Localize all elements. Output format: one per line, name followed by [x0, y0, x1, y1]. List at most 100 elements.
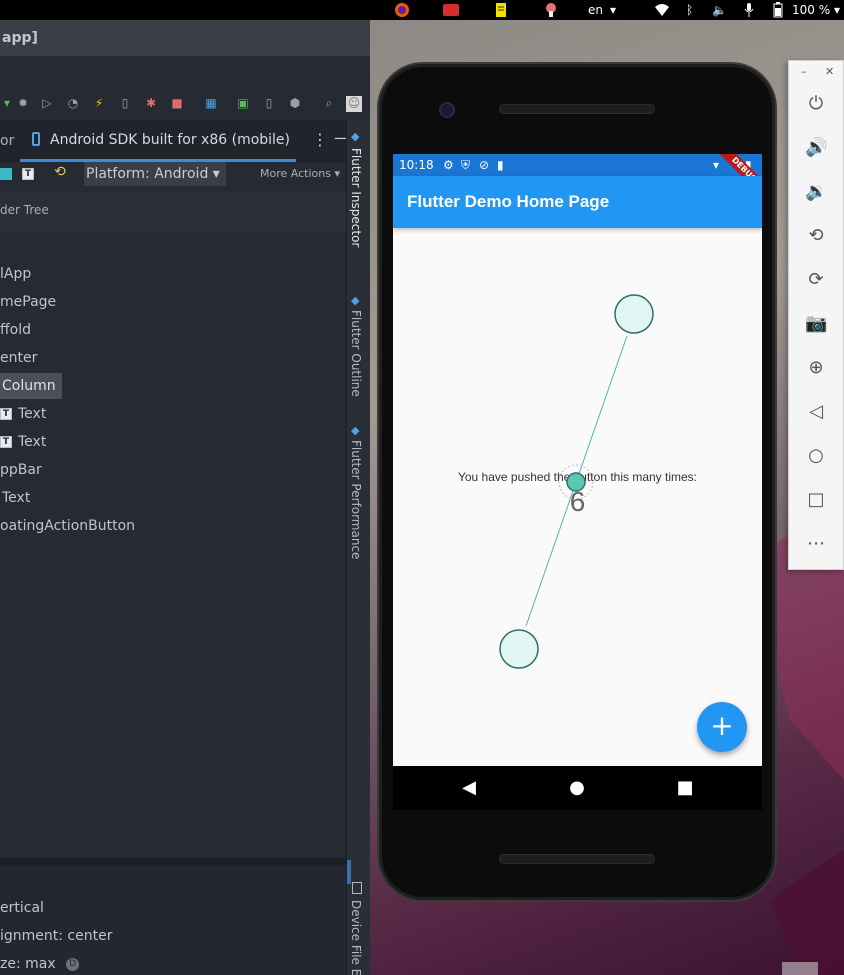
- tab-partial[interactable]: or: [0, 133, 14, 149]
- run-dropdown-icon[interactable]: ▾: [0, 96, 14, 110]
- debug-icon[interactable]: ✹: [16, 96, 30, 110]
- touch-point-bottom[interactable]: [499, 629, 539, 669]
- property-label: ze: max: [0, 956, 56, 972]
- search-icon[interactable]: ⌕: [322, 96, 336, 110]
- device-file-icon[interactable]: ▯: [118, 96, 132, 110]
- more-options-icon[interactable]: ⋮: [312, 130, 328, 149]
- volume-icon[interactable]: 🔈: [712, 0, 727, 20]
- terminal-icon[interactable]: ▣: [236, 96, 250, 110]
- tree-item[interactable]: enter: [0, 346, 37, 370]
- tree-item[interactable]: Text: [0, 486, 30, 510]
- android-nav-bar: ◀ ● ■: [393, 766, 762, 810]
- tab-device[interactable]: Android SDK built for x86 (mobile): [20, 120, 296, 162]
- profile-icon[interactable]: ◔: [66, 96, 80, 110]
- hot-reload-icon[interactable]: ⚡: [92, 96, 106, 110]
- rotate-right-icon[interactable]: ⟳: [805, 269, 827, 291]
- android-status-bar: 10:18 ⚙ ⛨ ⊘ ▮ ▾ ▮ DEBUG: [393, 154, 762, 200]
- more-actions-button[interactable]: More Actions ▾: [260, 167, 340, 180]
- property-row[interactable]: ertical: [0, 896, 44, 920]
- ide-window: app] ▾ ✹ ▷ ◔ ⚡ ▯ ✱ ■ ▦ ▣ ▯ ⬢ ⌕ ☺ or Andr…: [0, 20, 370, 975]
- property-label: ertical: [0, 900, 44, 916]
- front-camera: [439, 102, 455, 118]
- device-screen[interactable]: 10:18 ⚙ ⛨ ⊘ ▮ ▾ ▮ DEBUG Flutter Demo Hom…: [393, 154, 762, 766]
- sd-card-icon: ▮: [497, 158, 504, 172]
- shield-icon: ⛨: [461, 158, 471, 172]
- property-row[interactable]: ze: max D: [0, 952, 80, 975]
- volume-down-icon[interactable]: 🔉: [805, 181, 827, 203]
- avd-manager-icon[interactable]: ▯: [262, 96, 276, 110]
- platform-select[interactable]: Platform: Android ▾: [84, 162, 226, 186]
- back-button[interactable]: ◀: [457, 776, 481, 800]
- tab-flutter-performance[interactable]: Flutter Performance: [349, 440, 363, 559]
- stop-icon[interactable]: ■: [170, 96, 184, 110]
- mushroom-icon[interactable]: [544, 0, 558, 20]
- platform-select-label: Platform: Android: [86, 166, 209, 182]
- home-icon[interactable]: ○: [805, 445, 827, 467]
- home-button[interactable]: ●: [565, 776, 589, 800]
- recents-button[interactable]: ■: [673, 776, 697, 800]
- system-menu-chevron[interactable]: ▾: [834, 0, 840, 20]
- more-icon[interactable]: ⋯: [805, 533, 827, 555]
- battery-percent: 100 %: [792, 3, 831, 17]
- power-icon[interactable]: ⏻: [805, 93, 827, 115]
- widget-tree: lApp mePage ffold enter Column T Text T Te…: [0, 260, 346, 840]
- avatar[interactable]: ☺: [346, 96, 362, 112]
- status-time: 10:18: [399, 158, 434, 172]
- tree-item-label: enter: [0, 350, 38, 366]
- speaker-grille: [499, 854, 655, 864]
- app-indicator-icon[interactable]: [442, 0, 460, 20]
- property-row[interactable]: ignment: center: [0, 924, 112, 948]
- run-coverage-icon[interactable]: ▷: [40, 96, 54, 110]
- tool-window-strip: ◆ Flutter Inspector ◆ Flutter Outline ◆ …: [346, 120, 370, 975]
- tree-item[interactable]: mePage: [0, 290, 56, 314]
- phone-icon: [32, 132, 40, 146]
- tree-item-label: mePage: [0, 294, 57, 310]
- firefox-icon[interactable]: [394, 0, 410, 20]
- render-tree-header[interactable]: der Tree: [0, 192, 346, 232]
- tree-item[interactable]: oatingActionButton: [0, 514, 135, 538]
- increment-fab[interactable]: +: [697, 702, 747, 752]
- minimize-icon[interactable]: –: [801, 65, 807, 78]
- tree-item[interactable]: T Text: [0, 402, 46, 426]
- attach-debugger-icon[interactable]: ✱: [144, 96, 158, 110]
- tree-item-label: oatingActionButton: [0, 518, 136, 534]
- tab-device-file-explorer[interactable]: Device File Explo: [349, 900, 363, 975]
- touch-point-top[interactable]: [614, 294, 654, 334]
- tree-item[interactable]: lApp: [0, 262, 31, 286]
- microphone-icon[interactable]: [744, 0, 754, 20]
- ide-toolbar: ▾ ✹ ▷ ◔ ⚡ ▯ ✱ ■ ▦ ▣ ▯ ⬢ ⌕ ☺: [0, 92, 362, 118]
- render-tree-label: der Tree: [0, 203, 49, 217]
- speaker-grille: [499, 104, 655, 114]
- volume-up-icon[interactable]: 🔊: [805, 137, 827, 159]
- notes-icon[interactable]: [495, 0, 507, 20]
- text-toggle-icon[interactable]: T: [22, 168, 34, 180]
- tab-flutter-inspector[interactable]: Flutter Inspector: [349, 148, 363, 247]
- rotate-left-icon[interactable]: ⟲: [805, 225, 827, 247]
- tree-item[interactable]: T Text: [0, 430, 46, 454]
- tree-item-selected[interactable]: Column: [0, 373, 62, 399]
- wifi-icon[interactable]: [654, 0, 670, 20]
- language-indicator[interactable]: en: [588, 0, 603, 20]
- camera-icon[interactable]: 📷: [805, 313, 827, 335]
- tree-item-label: Column: [2, 378, 56, 394]
- zoom-icon[interactable]: ⊕: [805, 357, 827, 379]
- scroll-indicator[interactable]: [347, 860, 351, 884]
- tree-item[interactable]: ffold: [0, 318, 31, 342]
- tree-item-label: ppBar: [0, 462, 42, 478]
- sdk-manager-icon[interactable]: ⬢: [288, 96, 302, 110]
- tree-item[interactable]: ppBar: [0, 458, 42, 482]
- bluetooth-icon[interactable]: ᛒ: [686, 0, 693, 20]
- tree-item-label: ffold: [0, 322, 31, 338]
- battery-icon[interactable]: [772, 0, 784, 20]
- history-icon[interactable]: ⟲: [54, 164, 66, 180]
- overview-icon[interactable]: □: [805, 489, 827, 511]
- grid-icon[interactable]: ▦: [204, 96, 218, 110]
- tab-flutter-outline[interactable]: Flutter Outline: [349, 310, 363, 397]
- close-icon[interactable]: ✕: [825, 65, 834, 78]
- flutter-icon: ◆: [351, 294, 360, 307]
- back-icon[interactable]: ◁: [805, 401, 827, 423]
- more-actions-label: More Actions: [260, 167, 331, 180]
- property-label: ignment: center: [0, 928, 113, 944]
- select-widget-icon[interactable]: [0, 168, 12, 180]
- chevron-down-icon: ▾: [610, 3, 617, 17]
